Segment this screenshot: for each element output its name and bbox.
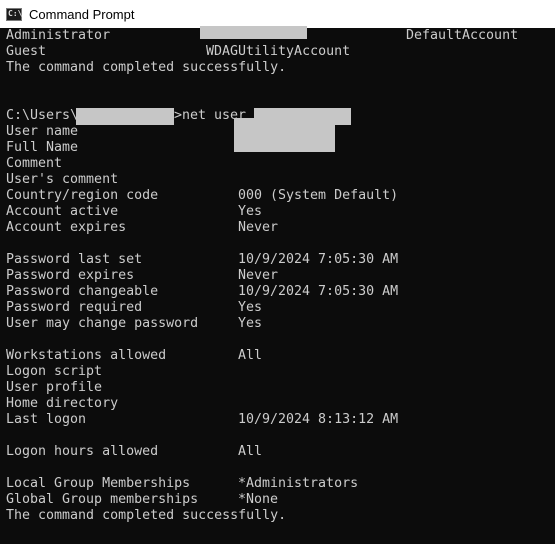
field-label: Full Name [6,140,79,155]
field-user-may-change-password: User may change password Yes [6,316,551,332]
field-label: Last logon [6,412,87,427]
account-name-guest: Guest [6,44,47,59]
field-value: *None [238,492,279,507]
field-last-logon: Last logon 10/9/2024 8:13:12 AM [6,412,551,428]
field-label: Local Group Memberships [6,476,191,491]
field-global-group-memberships: Global Group memberships *None [6,492,551,508]
console-line-accounts-2: Guest WDAGUtilityAccount [6,44,551,60]
field-users-comment: User's comment [6,172,551,188]
cmd-app-icon: C:\ [6,7,23,21]
account-name-wdagutilityaccount: WDAGUtilityAccount [206,44,351,59]
field-label: Password changeable [6,284,159,299]
field-label: Password required [6,300,143,315]
field-value: *Administrators [238,476,359,491]
console-line-completed-1: The command completed successfully. [6,60,287,75]
prompt-path: C:\Users\ [6,108,79,123]
field-value: All [238,444,263,459]
field-local-group-memberships: Local Group Memberships *Administrators [6,476,551,492]
field-logon-script: Logon script [6,364,551,380]
field-value: 10/9/2024 7:05:30 AM [238,284,399,299]
field-label: Account expires [6,220,127,235]
field-user-name: User name [6,118,551,152]
field-label: Comment [6,156,63,171]
console-line-accounts-1: Administrator DefaultAccount [6,26,551,44]
field-label: Password expires [6,268,135,283]
field-label: Country/region code [6,188,159,203]
field-value: All [238,348,263,363]
field-workstations-allowed: Workstations allowed All [6,348,551,364]
account-name-defaultaccount: DefaultAccount [406,28,519,43]
field-password-expires: Password expires Never [6,268,551,284]
field-label: Logon script [6,364,103,379]
field-password-changeable: Password changeable 10/9/2024 7:05:30 AM [6,284,551,300]
field-label: Workstations allowed [6,348,167,363]
field-full-name: Full Name [6,140,551,156]
field-value: 10/9/2024 7:05:30 AM [238,252,399,267]
field-logon-hours-allowed: Logon hours allowed All [6,444,551,460]
field-password-required: Password required Yes [6,300,551,316]
field-label: Logon hours allowed [6,444,159,459]
console-output[interactable]: Administrator DefaultAccount Guest WDAGU… [6,26,551,524]
window-title: Command Prompt [29,6,135,22]
field-value: Never [238,268,279,283]
field-label: User may change password [6,316,199,331]
field-value: Yes [238,300,263,315]
field-value: Yes [238,316,263,331]
field-user-profile: User profile [6,380,551,396]
field-value: Never [238,220,279,235]
field-label: Global Group memberships [6,492,199,507]
field-home-directory: Home directory [6,396,551,412]
field-comment: Comment [6,156,551,172]
field-label: Password last set [6,252,143,267]
redacted-account-name [200,26,307,39]
field-label: Account active [6,204,119,219]
field-value: Yes [238,204,263,219]
field-label: User's comment [6,172,119,187]
account-name-administrator: Administrator [6,28,111,43]
cmd-app-icon-glyph: C:\ [8,8,23,18]
field-value: 10/9/2024 8:13:12 AM [238,412,399,427]
redacted-username [76,108,174,125]
field-label: User name [6,124,79,139]
field-account-expires: Account expires Never [6,220,551,236]
title-bar[interactable]: C:\ Command Prompt [0,0,555,28]
field-country-region-code: Country/region code 000 (System Default) [6,188,551,204]
field-value: 000 (System Default) [238,188,399,203]
console-line-completed-2: The command completed successfully. [6,508,287,523]
field-label: User profile [6,380,103,395]
command-prompt-window: C:\ Command Prompt Administrator Default… [0,0,555,544]
field-label: Home directory [6,396,119,411]
field-account-active: Account active Yes [6,204,551,220]
field-password-last-set: Password last set 10/9/2024 7:05:30 AM [6,252,551,268]
